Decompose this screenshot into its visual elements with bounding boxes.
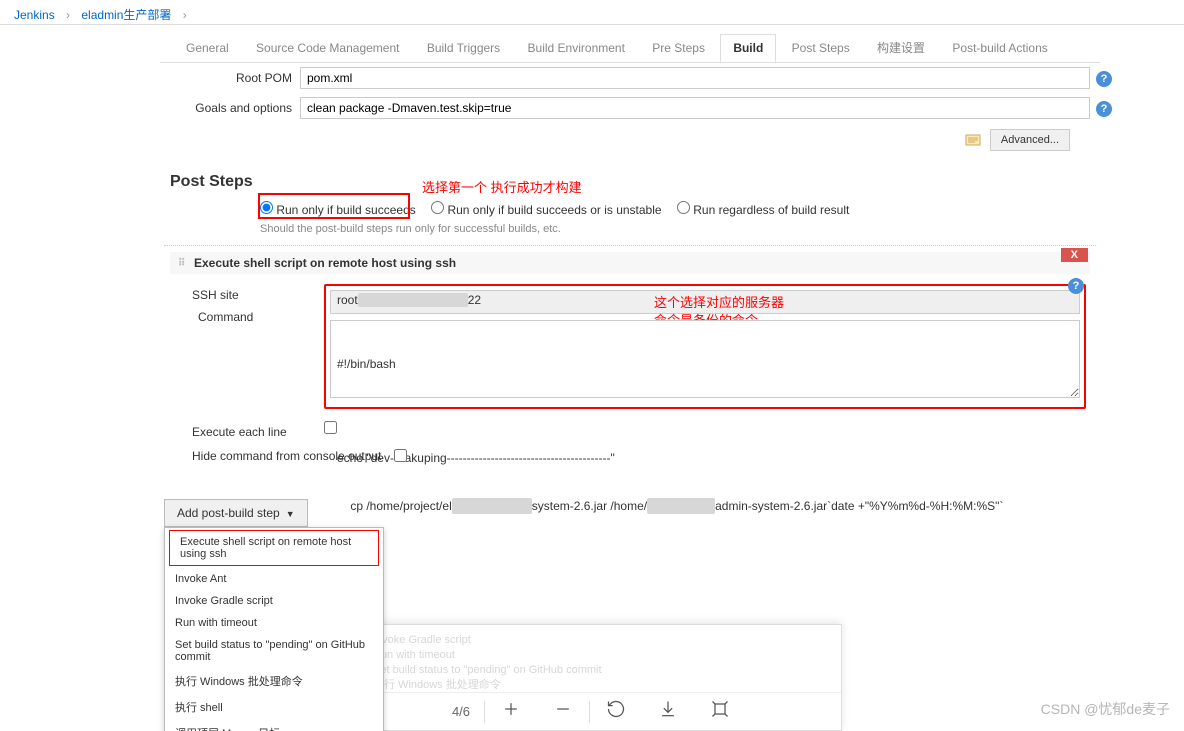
chevron-right-icon: › (66, 8, 70, 22)
menu-item-maven-top[interactable]: 调用顶层 Maven 目标 (165, 720, 383, 731)
radio-unstable[interactable]: Run only if build succeeds or is unstabl… (431, 203, 661, 217)
hide-output-label: Hide command from console output (174, 449, 394, 463)
ssh-site-label: SSH site (174, 284, 324, 306)
menu-item-invoke-ant[interactable]: Invoke Ant (165, 568, 383, 590)
pdf-viewer-toolbar: Invoke Gradle script Run with timeout Se… (342, 624, 842, 731)
radio-succeed[interactable]: Run only if build succeeds (260, 203, 416, 217)
advanced-button[interactable]: Advanced... (990, 129, 1070, 151)
root-pom-input[interactable] (300, 67, 1090, 89)
ssh-step-header: ⠿ Execute shell script on remote host us… (170, 252, 1090, 274)
tab-post[interactable]: Post Steps (780, 35, 862, 61)
delete-step-button[interactable]: X (1061, 248, 1088, 262)
help-icon[interactable]: ? (1096, 71, 1112, 87)
command-textarea[interactable] (330, 320, 1080, 398)
root-pom-label: Root POM (170, 67, 300, 89)
watermark: CSDN @忧郁de麦子 (1041, 699, 1170, 719)
chevron-right-icon: › (183, 8, 187, 22)
download-icon[interactable] (658, 699, 678, 724)
menu-item-exec-shell[interactable]: 执行 shell (165, 694, 383, 720)
menu-item-windows-batch[interactable]: 执行 Windows 批处理命令 (165, 668, 383, 694)
goals-input[interactable] (300, 97, 1090, 119)
breadcrumb-job[interactable]: eladmin生产部署 (81, 8, 171, 22)
zoom-out-icon[interactable] (553, 699, 573, 724)
tab-general[interactable]: General (174, 35, 241, 61)
help-icon[interactable]: ? (1068, 278, 1084, 294)
execute-each-label: Execute each line (174, 421, 324, 443)
tab-env[interactable]: Build Environment (516, 35, 637, 61)
fit-page-icon[interactable] (710, 699, 730, 724)
drag-handle-icon[interactable]: ⠿ (178, 258, 188, 269)
menu-item-invoke-gradle[interactable]: Invoke Gradle script (165, 590, 383, 612)
document-icon (965, 134, 981, 146)
tab-build[interactable]: Build (720, 34, 776, 62)
breadcrumb-root[interactable]: Jenkins (14, 8, 55, 22)
breadcrumb: Jenkins › eladmin生产部署 › (0, 0, 1184, 25)
tab-triggers[interactable]: Build Triggers (415, 35, 512, 61)
menu-item-exec-ssh[interactable]: Execute shell script on remote host usin… (169, 530, 379, 566)
add-post-build-step-button[interactable]: Add post-build step▼ (164, 499, 308, 527)
help-icon[interactable]: ? (1096, 101, 1112, 117)
hide-output-checkbox[interactable] (394, 449, 407, 462)
radio-hint: Should the post-build steps run only for… (160, 223, 1100, 235)
radio-always[interactable]: Run regardless of build result (677, 203, 849, 217)
page-indicator: 4/6 (452, 704, 470, 719)
add-step-menu: Execute shell script on remote host usin… (164, 527, 384, 731)
goals-label: Goals and options (170, 97, 300, 119)
ghost-preview: Invoke Gradle script Run with timeout Se… (343, 625, 841, 693)
execute-each-checkbox[interactable] (324, 421, 337, 434)
command-label: Command (198, 310, 253, 324)
caret-down-icon: ▼ (286, 509, 295, 519)
tab-pre[interactable]: Pre Steps (640, 35, 717, 61)
tab-postbuild[interactable]: Post-build Actions (940, 35, 1059, 61)
zoom-in-icon[interactable] (501, 699, 521, 724)
menu-item-run-timeout[interactable]: Run with timeout (165, 612, 383, 634)
tab-scm[interactable]: Source Code Management (244, 35, 411, 61)
menu-item-github-pending[interactable]: Set build status to "pending" on GitHub … (165, 634, 383, 668)
config-tabs: General Source Code Management Build Tri… (160, 25, 1100, 63)
post-steps-title: Post Steps (160, 157, 1100, 197)
rotate-icon[interactable] (606, 699, 626, 724)
tab-build-settings[interactable]: 构建设置 (865, 33, 937, 62)
